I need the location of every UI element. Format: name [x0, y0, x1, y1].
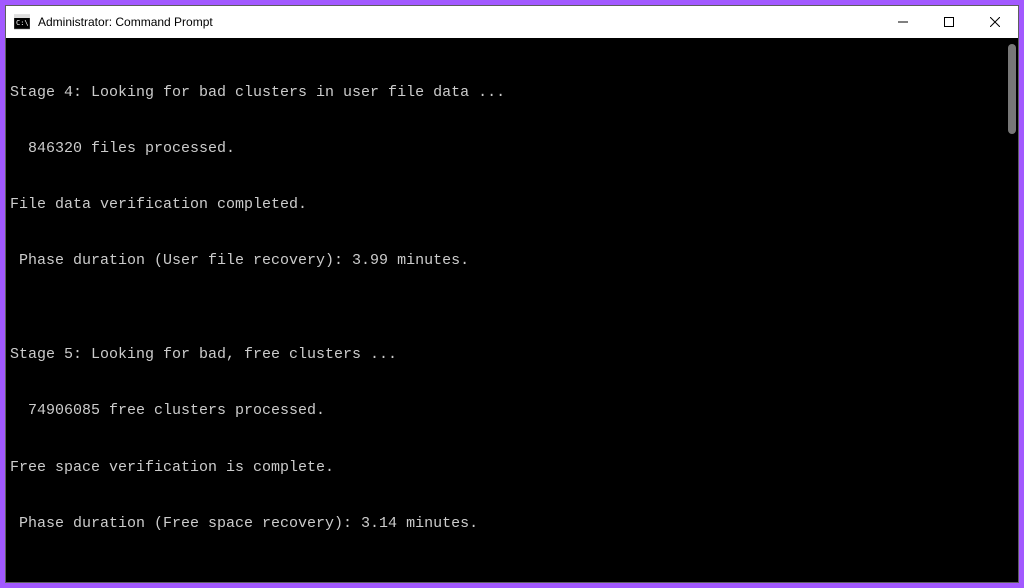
terminal-body[interactable]: Stage 4: Looking for bad clusters in use… [6, 38, 1018, 582]
scrollbar-thumb[interactable] [1008, 44, 1016, 134]
terminal-line: Stage 4: Looking for bad clusters in use… [10, 84, 1014, 103]
minimize-button[interactable] [880, 6, 926, 38]
terminal-line: 846320 files processed. [10, 140, 1014, 159]
window-title: Administrator: Command Prompt [38, 15, 880, 29]
titlebar[interactable]: C:\ Administrator: Command Prompt [6, 6, 1018, 38]
terminal-line: Phase duration (Free space recovery): 3.… [10, 515, 1014, 534]
maximize-button[interactable] [926, 6, 972, 38]
close-button[interactable] [972, 6, 1018, 38]
cmd-icon: C:\ [14, 14, 30, 30]
terminal-line: Stage 5: Looking for bad, free clusters … [10, 346, 1014, 365]
svg-text:C:\: C:\ [16, 19, 29, 27]
scrollbar-track[interactable] [1004, 38, 1018, 582]
terminal-line: Free space verification is complete. [10, 459, 1014, 478]
terminal-line: File data verification completed. [10, 196, 1014, 215]
terminal-line: Phase duration (User file recovery): 3.9… [10, 252, 1014, 271]
command-prompt-window: C:\ Administrator: Command Prompt Stage … [5, 5, 1019, 583]
window-controls [880, 6, 1018, 38]
terminal-line: 74906085 free clusters processed. [10, 402, 1014, 421]
terminal-output: Stage 4: Looking for bad clusters in use… [10, 46, 1014, 578]
